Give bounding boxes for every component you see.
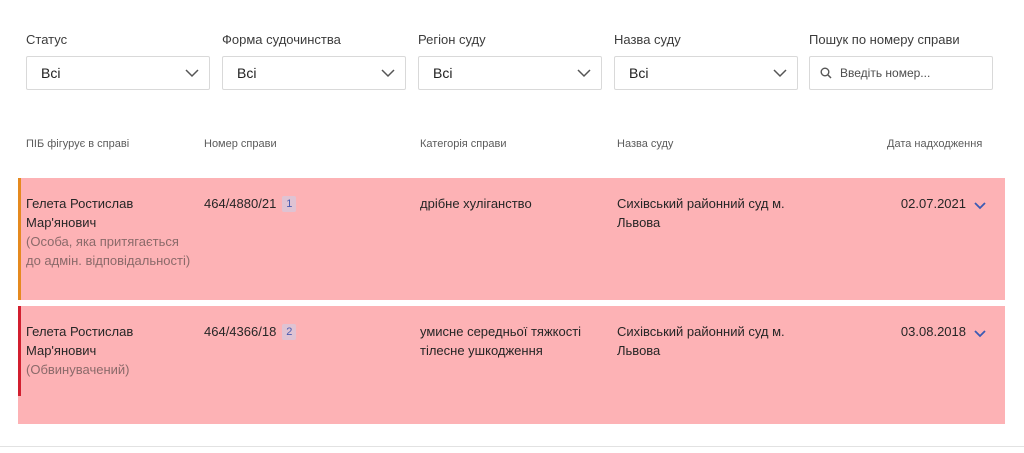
- case-number[interactable]: 464/4366/18: [204, 324, 276, 339]
- region-select-value: Всі: [433, 65, 453, 81]
- court-select-value: Всі: [629, 65, 649, 81]
- column-header-category: Категорія справи: [420, 138, 507, 150]
- status-select[interactable]: Всі: [26, 56, 210, 90]
- row-accent-bar: [18, 178, 21, 300]
- column-header-court: Назва суду: [617, 138, 674, 150]
- court-select[interactable]: Всі: [614, 56, 798, 90]
- chevron-down-icon[interactable]: [973, 326, 987, 344]
- table-header: ПІБ фігурує в справі Номер справи Катего…: [0, 138, 1024, 154]
- party-name-line: Мар'янович: [26, 343, 97, 358]
- party-name-line: Гелета Ростислав: [26, 324, 134, 339]
- form-select[interactable]: Всі: [222, 56, 406, 90]
- court-filter-label: Назва суду: [614, 32, 681, 47]
- case-search-box[interactable]: [809, 56, 993, 90]
- party-role: (Особа, яка притягається до адмін. відпо…: [26, 234, 191, 268]
- court-filter: Назва суду Всі: [614, 30, 798, 90]
- case-number-cell: 464/4366/18 2: [204, 322, 404, 341]
- search-icon: [820, 67, 832, 79]
- column-header-date: Дата надходження: [887, 138, 983, 150]
- form-filter: Форма судочинства Всі: [222, 30, 406, 90]
- row-accent-bar: [18, 306, 21, 396]
- form-filter-label: Форма судочинства: [222, 32, 341, 47]
- case-number[interactable]: 464/4880/21: [204, 196, 276, 211]
- received-date: 03.08.2018: [900, 324, 966, 339]
- party-name-line: Мар'янович: [26, 215, 97, 230]
- case-search-input[interactable]: [840, 66, 970, 80]
- chevron-down-icon: [773, 68, 787, 78]
- table-row[interactable]: Гелета Ростислав Мар'янович (Особа, яка …: [18, 178, 1005, 300]
- party-name-cell: Гелета Ростислав Мар'янович (Обвинувачен…: [26, 322, 191, 379]
- case-category: дрібне хуліганство: [420, 196, 532, 211]
- party-name-cell: Гелета Ростислав Мар'янович (Особа, яка …: [26, 194, 191, 270]
- status-filter: Статус Всі: [26, 30, 210, 90]
- party-name-line: Гелета Ростислав: [26, 196, 134, 211]
- chevron-down-icon: [577, 68, 591, 78]
- status-filter-label: Статус: [26, 32, 68, 47]
- form-select-value: Всі: [237, 65, 257, 81]
- region-select[interactable]: Всі: [418, 56, 602, 90]
- column-header-name: ПІБ фігурує в справі: [26, 138, 130, 150]
- case-search: Пошук по номеру справи: [809, 30, 993, 90]
- case-category: умисне середньої тяжкості тілесне ушкодж…: [420, 324, 582, 358]
- region-filter: Регіон суду Всі: [418, 30, 602, 90]
- party-role: (Обвинувачений): [26, 362, 130, 377]
- chevron-down-icon[interactable]: [973, 198, 987, 216]
- filters-bar: Статус Всі Форма судочинства Всі Регіон …: [0, 0, 1024, 110]
- table-row[interactable]: Гелета Ростислав Мар'янович (Обвинувачен…: [18, 306, 1005, 424]
- case-search-label: Пошук по номеру справи: [809, 32, 960, 47]
- received-date: 02.07.2021: [900, 196, 966, 211]
- court-name: Сихівський районний суд м. Львова: [617, 324, 785, 358]
- count-badge: 2: [282, 324, 297, 340]
- status-select-value: Всі: [41, 65, 61, 81]
- column-header-number: Номер справи: [204, 138, 277, 150]
- case-number-cell: 464/4880/21 1: [204, 194, 404, 213]
- region-filter-label: Регіон суду: [418, 32, 486, 47]
- chevron-down-icon: [185, 68, 199, 78]
- court-name: Сихівський районний суд м. Львова: [617, 196, 785, 230]
- count-badge: 1: [282, 196, 297, 212]
- divider: [0, 446, 1024, 447]
- chevron-down-icon: [381, 68, 395, 78]
